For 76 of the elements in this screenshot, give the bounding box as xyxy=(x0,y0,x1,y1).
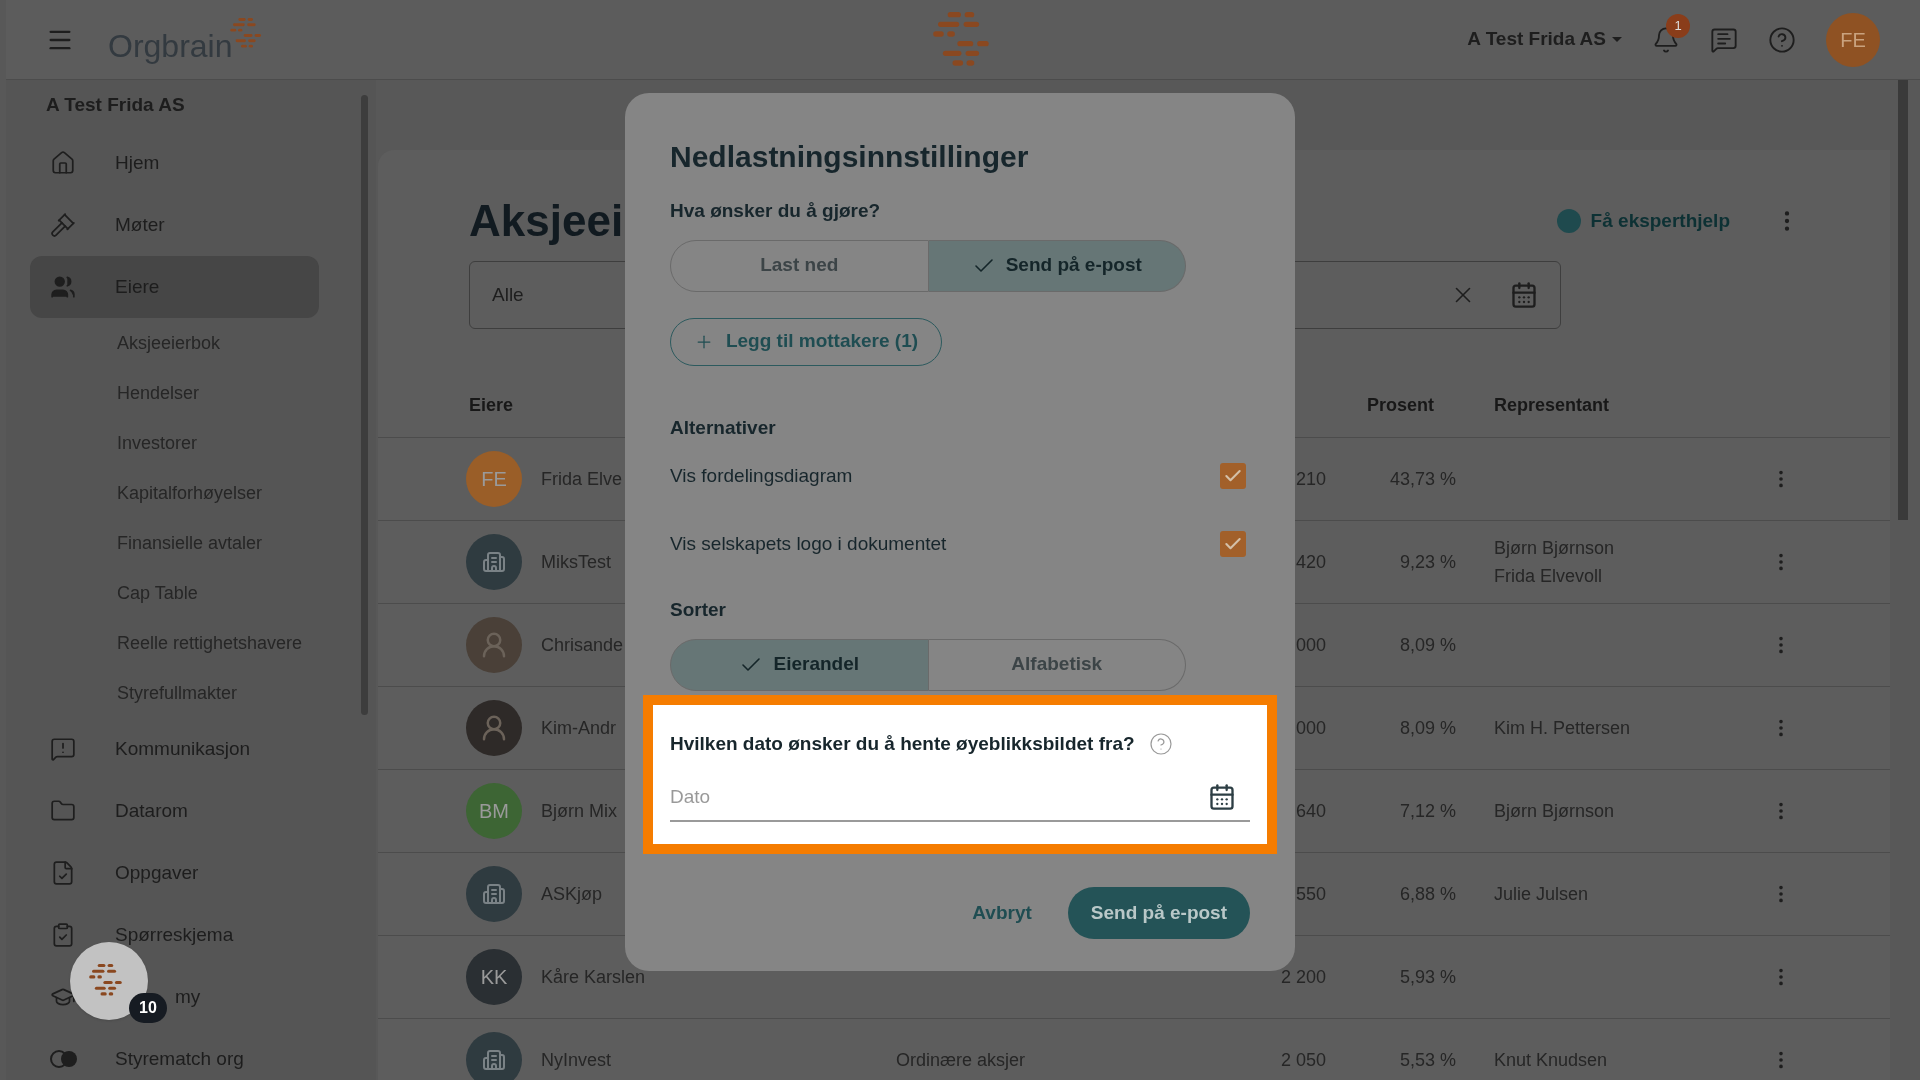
building-icon xyxy=(482,1048,506,1072)
column-header: Representant xyxy=(1493,393,1611,417)
date-question: Hvilken dato ønsker du å hente øyeblikksbildet fra? xyxy=(670,731,1135,756)
expert-help-link[interactable]: Få eksperthjelp xyxy=(1556,206,1730,236)
message-alert-icon xyxy=(50,736,76,762)
section-label: Alternativer xyxy=(670,415,777,440)
nav-item[interactable]: Datarom xyxy=(115,796,188,826)
dialog-title: Nedlastningsinnstillinger xyxy=(670,139,1030,175)
representative-name: Knut Knudsen xyxy=(1494,1049,1609,1072)
date-field[interactable]: Dato xyxy=(670,774,1250,822)
segment-tab[interactable]: Send på e-post xyxy=(928,239,1186,292)
percent-value: 5,93 % xyxy=(1399,966,1456,987)
representative-name: Bjørn Bjørnson xyxy=(1494,800,1616,823)
nav-item[interactable]: Spørreskjema xyxy=(115,920,234,950)
gavel-icon xyxy=(50,212,76,238)
nav-item[interactable]: Styrematch org xyxy=(115,1044,244,1074)
help-icon[interactable] xyxy=(1148,731,1173,756)
option-label: Vis fordelingsdiagram xyxy=(670,463,853,488)
percent-value: 5,53 % xyxy=(1399,1049,1456,1070)
section-label: Sorter xyxy=(670,598,727,622)
column-header: Prosent xyxy=(1365,393,1435,417)
help-icon[interactable] xyxy=(1768,25,1796,54)
help-badge-overlay: 10 xyxy=(129,993,167,1023)
nav-item[interactable]: Oppgaver xyxy=(115,858,199,888)
option-label: Vis selskapets logo i dokumentet xyxy=(670,531,947,556)
owner-name: Bjørn Mix xyxy=(541,799,617,823)
calendar-icon[interactable] xyxy=(1208,783,1236,811)
owner-name: NyInvest xyxy=(541,1048,612,1072)
percent-value: 8,09 % xyxy=(1399,717,1456,738)
nav-item[interactable]: Møter xyxy=(115,210,165,240)
percent-value: 43,73 % xyxy=(1389,468,1456,489)
send-email-button[interactable]: Send på e-post xyxy=(1067,887,1250,939)
company-menu[interactable]: A Test Frida AS xyxy=(1467,25,1622,54)
clipboard-check-icon xyxy=(50,922,76,948)
nav-item[interactable]: Kommunikasjon xyxy=(115,734,251,764)
representative-name: Bjørn Bjørnson xyxy=(1494,537,1616,560)
share-count: 210 xyxy=(1295,468,1326,489)
owner-name: ASKjøp xyxy=(541,882,603,906)
company-name: A Test Frida AS xyxy=(45,92,186,117)
initials-avatar: BM xyxy=(466,783,522,839)
building-icon xyxy=(482,550,506,574)
users-icon xyxy=(50,274,76,300)
home-icon xyxy=(50,150,76,176)
checkbox[interactable] xyxy=(1220,463,1246,489)
percent-value: 6,88 % xyxy=(1399,883,1456,904)
overlapping-circles-icon xyxy=(50,1049,78,1069)
owner-name: Chrisande xyxy=(541,633,624,657)
owner-name: Kåre Karslen xyxy=(541,965,646,989)
initials-avatar: FE xyxy=(466,451,522,507)
date-input[interactable]: Dato xyxy=(670,782,1208,812)
nav-item[interactable]: my xyxy=(175,982,201,1012)
scrollbar[interactable] xyxy=(361,95,368,715)
owner-name: MiksTest xyxy=(541,550,611,574)
page-title: Aksjeei xyxy=(469,195,624,247)
initials-avatar: KK xyxy=(466,949,522,1005)
checkbox[interactable] xyxy=(1220,531,1246,557)
cancel-button[interactable]: Avbryt xyxy=(966,898,1038,928)
percent-value: 7,12 % xyxy=(1399,800,1456,821)
representative-name: Julie Julsen xyxy=(1494,883,1590,906)
owner-name: Kim-Andr xyxy=(541,716,616,740)
folder-icon xyxy=(50,798,76,824)
scrollbar[interactable] xyxy=(1898,80,1908,520)
owner-name: Frida Elve xyxy=(541,467,623,491)
column-header: Eiere xyxy=(468,393,515,417)
section-label: Hva ønsker du å gjøre? xyxy=(670,199,882,223)
segment-tab[interactable]: Eierandel xyxy=(670,638,929,691)
representative-name: Frida Elvevoll xyxy=(1494,565,1604,588)
share-class: Ordinære aksjer xyxy=(896,1049,1026,1070)
notification-badge: 1 xyxy=(1666,13,1690,38)
file-check-icon xyxy=(50,860,76,886)
user-avatar[interactable]: FE xyxy=(1826,12,1880,67)
building-icon xyxy=(482,882,506,906)
percent-value: 8,09 % xyxy=(1399,634,1456,655)
caret-icon xyxy=(1612,37,1622,42)
percent-value: 9,23 % xyxy=(1399,551,1456,572)
nav-item[interactable]: Hjem xyxy=(115,148,160,178)
